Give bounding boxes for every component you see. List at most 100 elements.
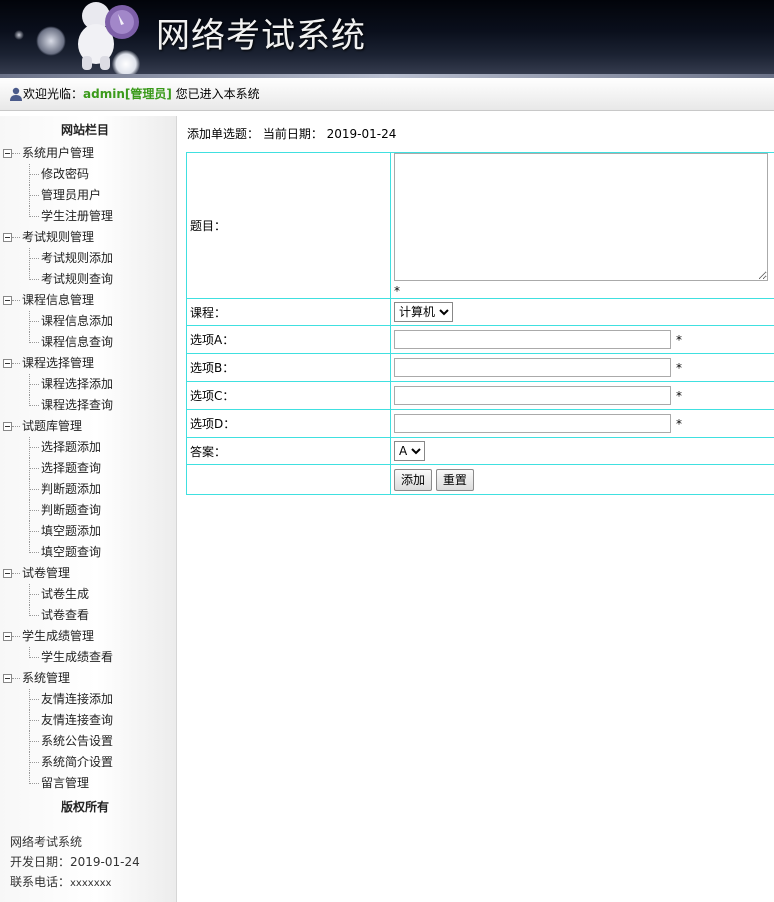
collapse-icon[interactable] bbox=[3, 359, 12, 368]
sidebar-item-label[interactable]: 管理员用户 bbox=[41, 188, 101, 202]
sidebar-group-label[interactable]: 学生成绩管理 bbox=[22, 629, 94, 643]
sidebar-item-label[interactable]: 友情连接添加 bbox=[41, 692, 113, 706]
add-question-form: 题目： * 课程： 计算机 选项A： * 选项B： * 选项C： * 选项D： … bbox=[186, 152, 774, 495]
collapse-icon[interactable] bbox=[3, 674, 12, 683]
sidebar-item-label[interactable]: 选择题查询 bbox=[41, 461, 101, 475]
collapse-icon[interactable] bbox=[3, 296, 12, 305]
sidebar-item[interactable]: 填空题添加 bbox=[0, 521, 176, 542]
sidebar-group[interactable]: 学生成绩管理 bbox=[0, 626, 176, 647]
option-d-cell: * bbox=[390, 409, 774, 438]
sidebar-item-label[interactable]: 修改密码 bbox=[41, 167, 89, 181]
required-mark: * bbox=[676, 361, 682, 375]
sidebar-item[interactable]: 考试规则添加 bbox=[0, 248, 176, 269]
question-cell: * bbox=[390, 152, 774, 299]
sidebar-item-label[interactable]: 填空题添加 bbox=[41, 524, 101, 538]
required-mark: * bbox=[676, 333, 682, 347]
sidebar-item-label[interactable]: 选择题添加 bbox=[41, 440, 101, 454]
sidebar-group[interactable]: 试题库管理 bbox=[0, 416, 176, 437]
sidebar-item[interactable]: 修改密码 bbox=[0, 164, 176, 185]
option-a-input[interactable] bbox=[394, 330, 671, 349]
collapse-icon[interactable] bbox=[3, 149, 12, 158]
footer-info: 网络考试系统 开发日期：2019-01-24 联系电话：xxxxxxx bbox=[10, 832, 140, 894]
sidebar-item-label[interactable]: 友情连接查询 bbox=[41, 713, 113, 727]
sidebar-item[interactable]: 留言管理 bbox=[0, 773, 176, 794]
submit-button[interactable]: 添加 bbox=[394, 468, 433, 491]
collapse-icon[interactable] bbox=[3, 233, 12, 242]
sidebar-item[interactable]: 系统公告设置 bbox=[0, 731, 176, 752]
sidebar-group-label[interactable]: 试题库管理 bbox=[22, 419, 82, 433]
sidebar-item-label[interactable]: 课程选择添加 bbox=[41, 377, 113, 391]
footer-dev-date: 开发日期：2019-01-24 bbox=[10, 855, 140, 869]
sidebar-group[interactable]: 课程信息管理 bbox=[0, 290, 176, 311]
welcome-bar: 欢迎光临：admin[管理员] 您已进入本系统 bbox=[0, 78, 774, 111]
course-cell: 计算机 bbox=[390, 298, 774, 326]
option-c-input[interactable] bbox=[394, 386, 671, 405]
sidebar-item-label[interactable]: 试卷查看 bbox=[41, 608, 89, 622]
sidebar-item-label[interactable]: 课程选择查询 bbox=[41, 398, 113, 412]
header-banner: 网络考试系统 bbox=[0, 0, 774, 78]
sidebar-item[interactable]: 友情连接添加 bbox=[0, 689, 176, 710]
sidebar-group[interactable]: 课程选择管理 bbox=[0, 353, 176, 374]
answer-cell: A bbox=[390, 437, 774, 465]
question-label: 题目： bbox=[186, 152, 391, 299]
sidebar-item[interactable]: 系统简介设置 bbox=[0, 752, 176, 773]
logo-figure-icon bbox=[78, 2, 139, 70]
button-cell: 添加 重置 bbox=[390, 464, 774, 495]
collapse-icon[interactable] bbox=[3, 422, 12, 431]
collapse-icon[interactable] bbox=[3, 569, 12, 578]
sidebar-group-label[interactable]: 课程信息管理 bbox=[22, 293, 94, 307]
sidebar-group[interactable]: 系统用户管理 bbox=[0, 143, 176, 164]
welcome-username: admin[管理员] bbox=[83, 87, 172, 101]
reset-button[interactable]: 重置 bbox=[435, 468, 474, 491]
sidebar-item-label[interactable]: 学生注册管理 bbox=[41, 209, 113, 223]
footer-site-name: 网络考试系统 bbox=[10, 835, 83, 849]
sidebar-item[interactable]: 填空题查询 bbox=[0, 542, 176, 563]
required-mark: * bbox=[394, 284, 400, 298]
sidebar-group[interactable]: 系统管理 bbox=[0, 668, 176, 689]
sidebar-group-label[interactable]: 系统用户管理 bbox=[22, 146, 94, 160]
welcome-suffix: 您已进入本系统 bbox=[171, 87, 260, 101]
sidebar-group[interactable]: 试卷管理 bbox=[0, 563, 176, 584]
sidebar-item-label[interactable]: 判断题添加 bbox=[41, 482, 101, 496]
sidebar-item-label[interactable]: 系统公告设置 bbox=[41, 734, 113, 748]
sidebar-item[interactable]: 课程信息添加 bbox=[0, 311, 176, 332]
sidebar-item[interactable]: 学生注册管理 bbox=[0, 206, 176, 227]
sidebar-item-label[interactable]: 试卷生成 bbox=[41, 587, 89, 601]
sidebar-group-label[interactable]: 试卷管理 bbox=[22, 566, 70, 580]
sidebar-item[interactable]: 选择题查询 bbox=[0, 458, 176, 479]
sidebar-item[interactable]: 课程选择查询 bbox=[0, 395, 176, 416]
sidebar-item-label[interactable]: 课程信息添加 bbox=[41, 314, 113, 328]
sidebar-item[interactable]: 判断题添加 bbox=[0, 479, 176, 500]
sidebar-item[interactable]: 课程信息查询 bbox=[0, 332, 176, 353]
course-select[interactable]: 计算机 bbox=[394, 302, 453, 322]
sidebar-item[interactable]: 试卷查看 bbox=[0, 605, 176, 626]
sidebar-item[interactable]: 管理员用户 bbox=[0, 185, 176, 206]
sidebar-item[interactable]: 考试规则查询 bbox=[0, 269, 176, 290]
sidebar-item-label[interactable]: 学生成绩查看 bbox=[41, 650, 113, 664]
course-label: 课程： bbox=[186, 298, 391, 326]
sidebar-item-label[interactable]: 判断题查询 bbox=[41, 503, 101, 517]
answer-label: 答案： bbox=[186, 437, 391, 465]
sidebar-item[interactable]: 课程选择添加 bbox=[0, 374, 176, 395]
sidebar-item[interactable]: 试卷生成 bbox=[0, 584, 176, 605]
sidebar-item-label[interactable]: 考试规则查询 bbox=[41, 272, 113, 286]
question-textarea[interactable] bbox=[394, 153, 768, 281]
sidebar-group-label[interactable]: 考试规则管理 bbox=[22, 230, 94, 244]
sidebar-group[interactable]: 考试规则管理 bbox=[0, 227, 176, 248]
option-b-label: 选项B： bbox=[186, 353, 391, 382]
sidebar-item[interactable]: 友情连接查询 bbox=[0, 710, 176, 731]
sidebar-group-label[interactable]: 系统管理 bbox=[22, 671, 70, 685]
answer-select[interactable]: A bbox=[394, 441, 425, 461]
sidebar-item-label[interactable]: 课程信息查询 bbox=[41, 335, 113, 349]
collapse-icon[interactable] bbox=[3, 632, 12, 641]
sidebar-item[interactable]: 判断题查询 bbox=[0, 500, 176, 521]
sidebar-item-label[interactable]: 系统简介设置 bbox=[41, 755, 113, 769]
sidebar-item[interactable]: 选择题添加 bbox=[0, 437, 176, 458]
option-d-input[interactable] bbox=[394, 414, 671, 433]
sidebar-item-label[interactable]: 填空题查询 bbox=[41, 545, 101, 559]
option-b-input[interactable] bbox=[394, 358, 671, 377]
sidebar-item-label[interactable]: 考试规则添加 bbox=[41, 251, 113, 265]
sidebar-group-label[interactable]: 课程选择管理 bbox=[22, 356, 94, 370]
sidebar-item[interactable]: 学生成绩查看 bbox=[0, 647, 176, 668]
sidebar-item-label[interactable]: 留言管理 bbox=[41, 776, 89, 790]
